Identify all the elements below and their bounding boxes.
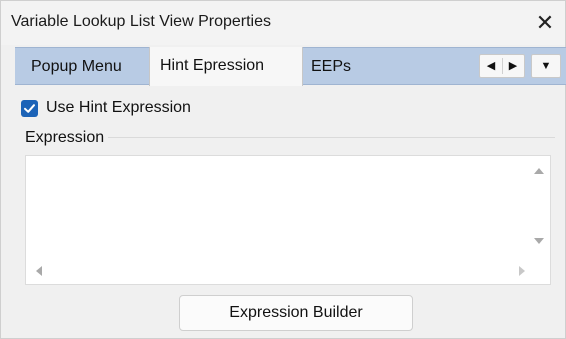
scroll-right-icon[interactable] <box>519 266 525 276</box>
horizontal-scrollbar[interactable] <box>26 258 550 284</box>
chevron-down-icon[interactable]: ▼ <box>531 54 561 78</box>
use-hint-checkbox[interactable] <box>21 99 38 117</box>
expression-builder-button[interactable]: Expression Builder <box>179 295 413 331</box>
title-bar: Variable Lookup List View Properties ✕ <box>1 1 565 45</box>
close-icon[interactable]: ✕ <box>531 9 559 37</box>
vertical-scrollbar[interactable] <box>528 156 550 258</box>
use-hint-label[interactable]: Use Hint Expression <box>46 99 191 117</box>
arrow-left-icon[interactable]: ◀ <box>480 55 502 77</box>
tab-eeps[interactable]: EEPs <box>303 48 359 85</box>
tab-hint-expression[interactable]: Hint Epression <box>149 47 303 86</box>
use-hint-option[interactable]: Use Hint Expression <box>21 97 191 119</box>
tab-popup-menu[interactable]: Popup Menu <box>23 48 130 85</box>
scroll-up-icon[interactable] <box>534 168 544 174</box>
checkmark-icon <box>24 103 35 113</box>
scroll-down-icon[interactable] <box>534 238 544 244</box>
tab-strip: Popup Menu Hint Epression EEPs ◀ ▶ ▼ <box>15 47 566 86</box>
tab-scroll-buttons: ◀ ▶ <box>479 54 525 78</box>
properties-dialog: Variable Lookup List View Properties ✕ P… <box>0 0 566 339</box>
expression-group-label: Expression <box>25 129 109 147</box>
window-title: Variable Lookup List View Properties <box>11 13 271 30</box>
scroll-left-icon[interactable] <box>36 266 42 276</box>
arrow-right-icon[interactable]: ▶ <box>502 55 524 77</box>
expression-textarea[interactable] <box>25 155 551 285</box>
